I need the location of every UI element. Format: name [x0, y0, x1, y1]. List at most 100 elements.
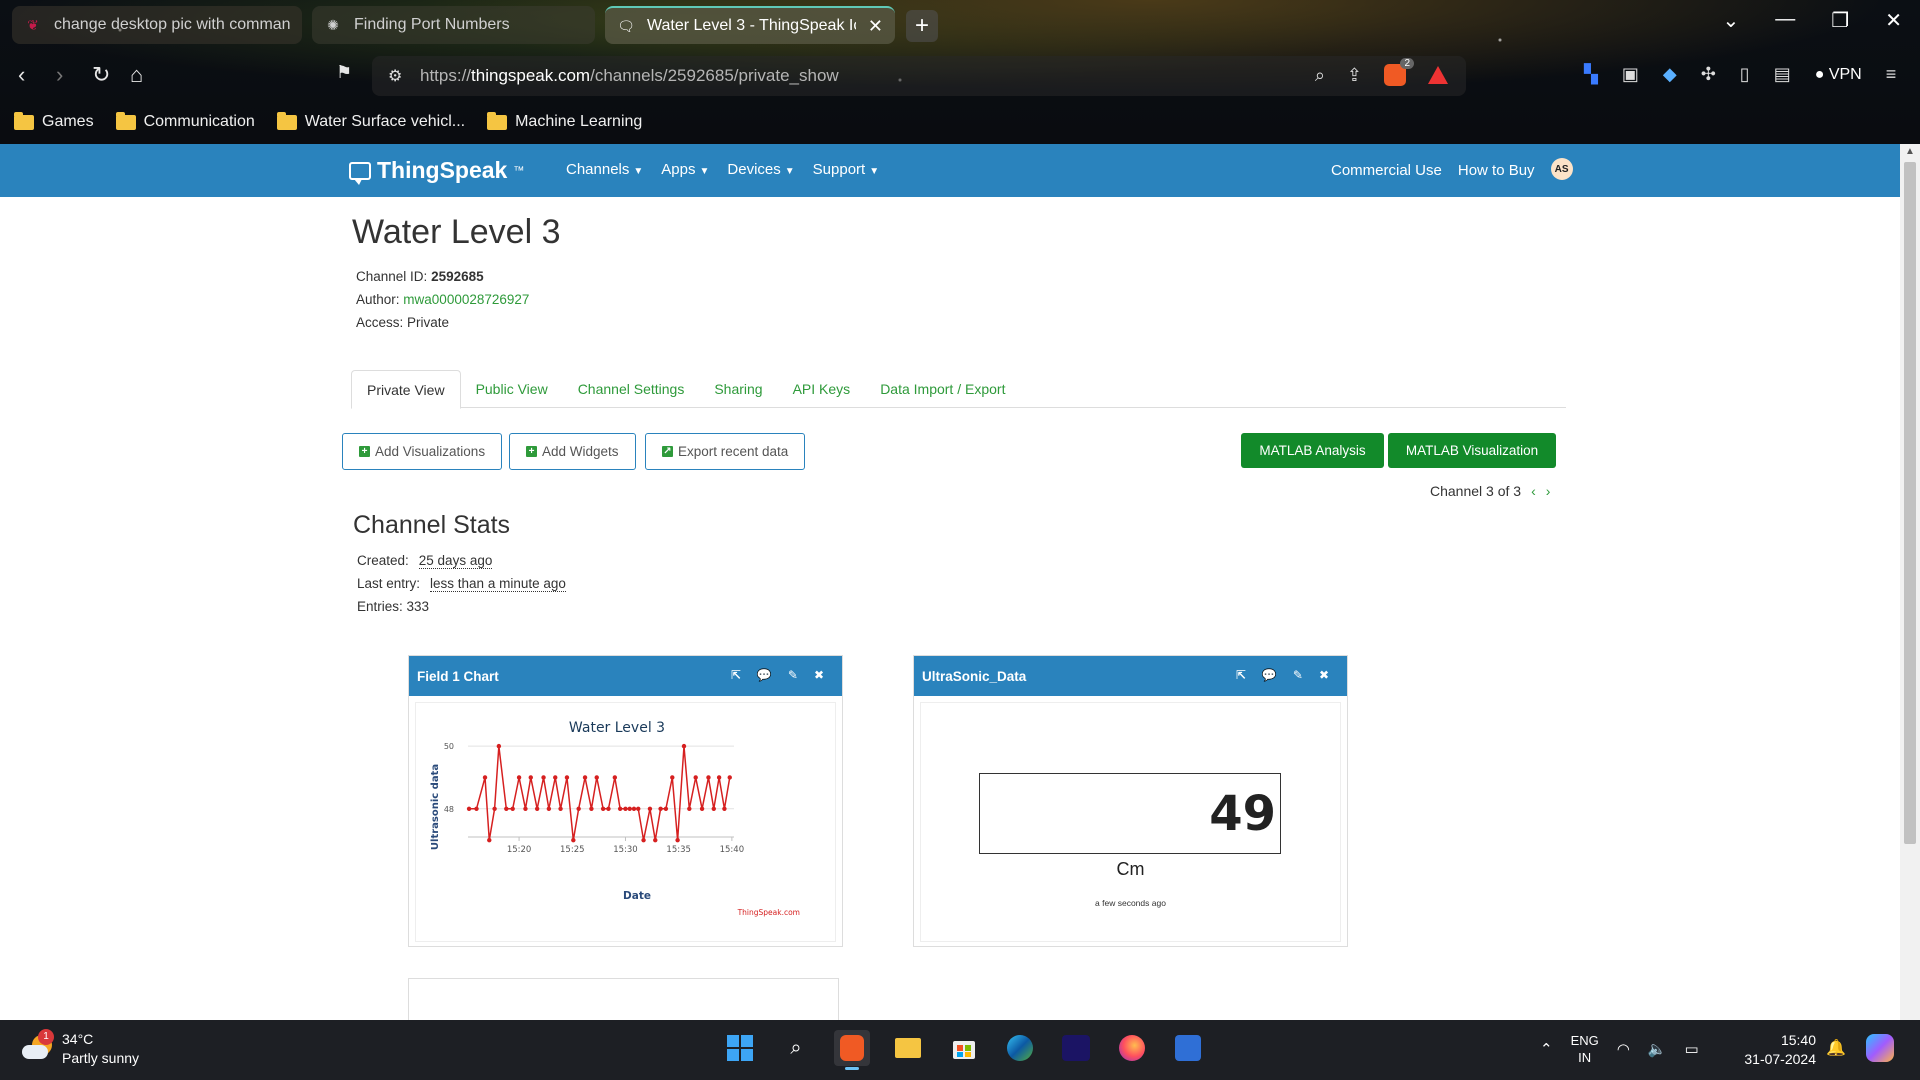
back-icon[interactable]: ‹ — [18, 62, 25, 88]
card-title: Field 1 Chart — [417, 668, 499, 684]
file-explorer-icon[interactable] — [890, 1030, 926, 1066]
pencil-icon[interactable]: ✎ — [788, 668, 798, 682]
bookmark-icon[interactable]: ⚑ — [336, 62, 352, 83]
data-point — [727, 775, 732, 780]
menu-apps[interactable]: Apps ▼ — [661, 161, 709, 178]
battery-icon[interactable]: ▭ — [1685, 1040, 1699, 1058]
edge-icon[interactable] — [1002, 1030, 1038, 1066]
bookmark-label: Communication — [143, 113, 255, 130]
menu-icon[interactable]: ≡ — [1886, 64, 1897, 85]
extension-icon[interactable]: ▚ — [1584, 64, 1598, 85]
add-widgets-button[interactable]: + Add Widgets — [509, 433, 636, 470]
firefox-icon[interactable] — [1114, 1030, 1150, 1066]
scroll-up-icon[interactable]: ▲ — [1905, 146, 1915, 157]
tab-channel-settings[interactable]: Channel Settings — [563, 370, 700, 408]
tab-private-view[interactable]: Private View — [351, 370, 461, 409]
external-link-icon[interactable]: ⇱ — [1236, 668, 1246, 682]
forward-icon[interactable]: › — [56, 62, 63, 88]
brave-browser-icon[interactable] — [834, 1030, 870, 1070]
x-tick-label: 15:40 — [720, 845, 745, 855]
media-icon[interactable]: ▣ — [1622, 64, 1639, 85]
browser-tab-2[interactable]: ✺ Finding Port Numbers — [312, 6, 595, 44]
close-icon[interactable]: ✖ — [1319, 668, 1329, 682]
data-point — [636, 806, 641, 811]
restore-icon[interactable]: ❐ — [1831, 8, 1849, 33]
windows-taskbar: 1 34°C Partly sunny ⌕ ⌃ ENG IN ◠ 🔈 ▭ 15:4… — [0, 1020, 1920, 1080]
remote-app-icon[interactable] — [1170, 1030, 1206, 1066]
brave-shields-icon[interactable]: 2 — [1384, 58, 1414, 86]
site-info-icon[interactable]: ⚙ — [388, 66, 402, 86]
volume-icon[interactable]: 🔈 — [1648, 1040, 1667, 1058]
amazon-music-icon[interactable] — [1058, 1030, 1094, 1066]
commercial-use-link[interactable]: Commercial Use — [1331, 162, 1442, 179]
wifi-icon[interactable]: ◠ — [1617, 1040, 1630, 1058]
data-point — [687, 806, 692, 811]
avatar[interactable]: AS — [1550, 158, 1573, 180]
matlab-visualization-button[interactable]: MATLAB Visualization — [1388, 433, 1556, 468]
bookmark-folder[interactable]: Water Surface vehicl... — [276, 111, 465, 131]
external-link-icon[interactable]: ⇱ — [731, 668, 741, 682]
comment-icon[interactable]: 💬 — [1262, 668, 1277, 682]
windows-start-icon[interactable] — [722, 1030, 758, 1066]
microsoft-store-icon[interactable] — [946, 1030, 982, 1066]
tab-api-keys[interactable]: API Keys — [778, 370, 866, 408]
shields-count: 2 — [1400, 58, 1414, 69]
site-navbar: ThingSpeak ™ Channels ▼ Apps ▼ Devices ▼ Sup… — [0, 144, 1900, 197]
brave-rewards-icon[interactable] — [1428, 66, 1448, 84]
minimize-icon[interactable]: — — [1775, 8, 1795, 33]
data-point — [541, 775, 546, 780]
home-icon[interactable]: ⌂ — [130, 62, 143, 88]
chevron-right-icon[interactable]: › — [1546, 483, 1551, 499]
field-chart-card: Field 1 Chart ⇱ 💬 ✎ ✖ Water Level 3 Ultr… — [408, 655, 843, 947]
menu-devices[interactable]: Devices ▼ — [727, 161, 794, 178]
thingspeak-logo[interactable]: ThingSpeak ™ — [349, 157, 524, 185]
tab-sharing[interactable]: Sharing — [699, 370, 777, 408]
wallet-icon[interactable]: ▤ — [1774, 64, 1791, 85]
browser-tab-active[interactable]: 🗨 Water Level 3 - ThingSpeak IoT ✕ — [605, 6, 895, 44]
comment-icon[interactable]: 💬 — [757, 668, 772, 682]
tab-search-icon[interactable]: ⌄ — [1723, 8, 1740, 33]
bookmark-folder[interactable]: Communication — [115, 111, 255, 131]
sidebar-icon[interactable]: ▯ — [1740, 64, 1750, 85]
close-tab-icon[interactable]: ✕ — [868, 16, 883, 37]
scroll-thumb[interactable] — [1904, 162, 1916, 844]
tab-public-view[interactable]: Public View — [461, 370, 563, 408]
y-tick-label: 50 — [444, 742, 454, 751]
puzzle-icon[interactable]: ✣ — [1701, 64, 1716, 85]
search-icon[interactable]: ⌕ — [778, 1030, 814, 1066]
vpn-button[interactable]: ● VPN — [1815, 66, 1862, 84]
weather-text: 34°C Partly sunny — [62, 1030, 139, 1068]
author-link[interactable]: mwa0000028726927 — [403, 292, 529, 307]
add-visualizations-button[interactable]: + Add Visualizations — [342, 433, 503, 470]
weather-widget[interactable]: 1 34°C Partly sunny — [22, 1029, 139, 1068]
export-recent-data-button[interactable]: ↗ Export recent data — [645, 433, 806, 470]
caret-down-icon: ▼ — [699, 166, 710, 177]
bookmark-folder[interactable]: Machine Learning — [487, 111, 642, 131]
new-tab-button[interactable]: + — [906, 10, 938, 42]
matlab-analysis-button[interactable]: MATLAB Analysis — [1241, 433, 1384, 468]
zoom-icon[interactable]: ⌕ — [1315, 65, 1325, 86]
system-clock[interactable]: 15:40 31-07-2024 — [1736, 1031, 1816, 1069]
close-icon[interactable]: ✖ — [814, 668, 824, 682]
gem-icon[interactable]: ◆ — [1663, 64, 1677, 85]
url-bar[interactable]: ⚙ https://thingspeak.com/channels/259268… — [372, 56, 1466, 96]
chevron-left-icon[interactable]: ‹ — [1531, 483, 1536, 499]
tab-data-import-export[interactable]: Data Import / Export — [865, 370, 1020, 408]
bookmark-folder[interactable]: Games — [14, 111, 94, 131]
browser-tab-1[interactable]: ❦ change desktop pic with command — [12, 6, 302, 44]
x-tick-label: 15:30 — [613, 845, 638, 855]
clock-date: 31-07-2024 — [1744, 1051, 1816, 1067]
menu-channels[interactable]: Channels ▼ — [566, 161, 643, 178]
language-indicator[interactable]: ENG IN — [1571, 1032, 1599, 1066]
how-to-buy-link[interactable]: How to Buy — [1458, 162, 1535, 179]
menu-support[interactable]: Support ▼ — [813, 161, 879, 178]
notification-bell-icon[interactable]: 🔔 — [1826, 1038, 1846, 1058]
close-window-icon[interactable]: ✕ — [1885, 8, 1902, 33]
reload-icon[interactable]: ↻ — [92, 62, 110, 88]
chevron-up-icon[interactable]: ⌃ — [1540, 1040, 1553, 1058]
pencil-icon[interactable]: ✎ — [1293, 668, 1303, 682]
copilot-icon[interactable] — [1866, 1034, 1894, 1062]
data-point — [594, 775, 599, 780]
share-icon[interactable]: ⇪ — [1347, 65, 1362, 86]
page-scrollbar[interactable]: ▲ — [1900, 144, 1920, 1020]
